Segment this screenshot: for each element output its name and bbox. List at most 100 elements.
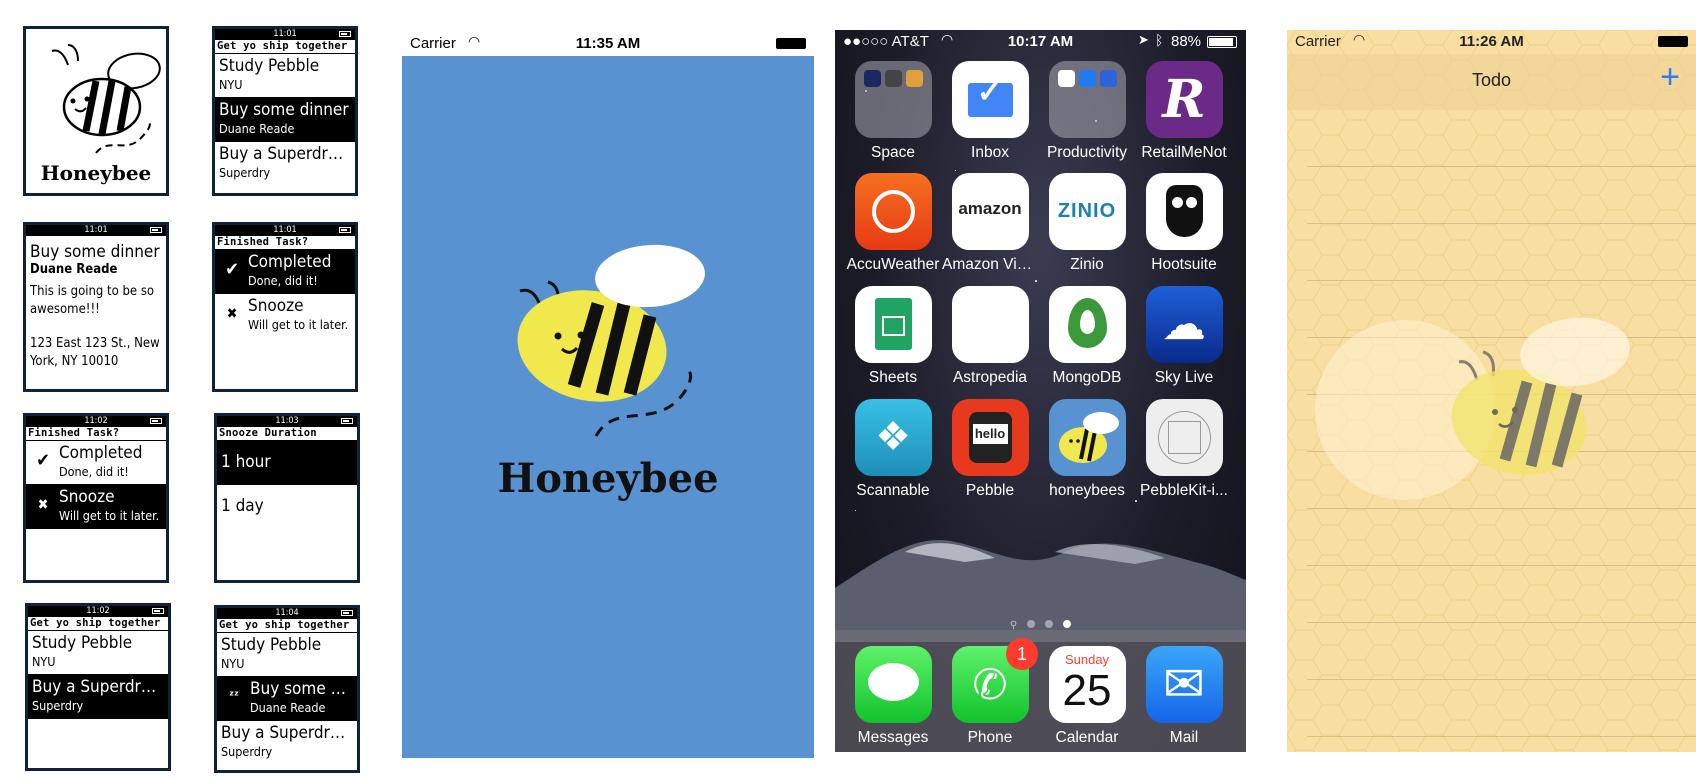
list-header: Get yo ship together [215,40,355,54]
pebble-status-bar: 11:03 [217,416,357,427]
menu-item-1-hour[interactable]: 1 hour [217,441,357,485]
list-item[interactable]: Buy a Superdry j... Superdry [217,721,357,765]
hootsuite-owl-icon [1145,173,1223,250]
menu-item-completed[interactable]: ✔ Completed Done, did it! [215,250,355,294]
app-amazon-video[interactable]: amazon Amazon Video [942,173,1038,281]
item-subtitle: Will get to it later. [59,508,160,523]
bee-sketch-icon [51,44,161,154]
folder-icon [854,61,932,138]
todo-screen: Carrier ◠ 11:26 AM Todo + [1287,30,1696,752]
dock: Messages ✆ 1 Phone Sunday 25 Calendar ✉ … [835,630,1246,752]
app-scannable[interactable]: ❖ Scannable [845,399,941,507]
list-item[interactable]: Buy a Superdry j... Superdry [215,142,355,186]
pebble-task-list-screen: 11:01 Get yo ship together Study Pebble N… [212,26,358,196]
app-sheets[interactable]: Sheets [845,286,941,394]
list-item-snoozed[interactable]: ᶻᶻ Buy some di... Duane Reade [217,677,357,721]
battery-icon [341,610,353,616]
list-item[interactable]: Study Pebble NYU [215,54,355,98]
app-label: Phone [967,729,1013,746]
app-accuweather[interactable]: AccuWeather [845,173,941,281]
scannable-icon: ❖ [854,399,932,476]
time: 11:02 [86,606,110,616]
retailmenot-icon: R [1145,61,1223,138]
app-messages[interactable]: Messages [845,646,941,752]
task-notes: This is going to be so awesome!!! [30,284,155,317]
app-honeybees[interactable]: honeybees [1039,399,1135,507]
app-label: Pebble [965,482,1015,499]
item-title: 1 hour [221,452,271,472]
menu-item-snooze[interactable]: ✖ Snooze Will get to it later. [26,485,166,529]
menu-item-snooze[interactable]: ✖ Snooze Will get to it later. [215,294,355,338]
pebble-icon: hello [951,399,1029,476]
menu-header: Snooze Duration [217,427,357,441]
item-title: Study Pebble [221,635,322,655]
app-mongodb[interactable]: MongoDB [1039,286,1135,394]
battery-percent: 88% [1171,33,1202,50]
ios-home-screen: ●●○○○ AT&T ◠ 10:17 AM ➤ ᛒ 88% Space ✓ In… [835,30,1246,752]
splash-title: Honeybee [497,455,719,502]
item-title: Snooze [248,296,304,316]
app-label: RetailMeNot [1141,144,1227,161]
app-retailmenot[interactable]: R RetailMeNot [1136,61,1232,169]
item-title: Study Pebble [219,56,320,76]
item-subtitle: Superdry [221,744,273,759]
messages-bubble-icon [854,646,932,723]
search-icon: ⚲ [1009,620,1018,631]
menu-header: Finished Task? [215,236,355,250]
app-space-folder[interactable]: Space [845,61,941,169]
app-pebblekit[interactable]: PebbleKit-i... [1136,399,1232,507]
task-detail[interactable]: Buy some dinner Duane Reade This is goin… [26,236,166,377]
check-icon: ✔ [36,450,50,471]
pebble-finished-task-screen: 11:02 Finished Task? ✔ Completed Done, did… [23,413,169,583]
pebble-status-bar: 11:04 [217,608,357,619]
menu-item-1-day[interactable]: 1 day [217,485,357,529]
app-label: MongoDB [1052,369,1122,386]
item-subtitle: Done, did it! [59,464,129,479]
app-pebble[interactable]: hello Pebble [942,399,1038,507]
icon-text: hello [972,424,1008,444]
item-subtitle: NYU [219,77,243,92]
item-subtitle: Duane Reade [250,700,326,715]
location-icon: ➤ [1138,32,1149,47]
app-mail[interactable]: ✉ Mail [1136,646,1232,752]
icon-text: ZINIO [1057,200,1117,222]
app-hootsuite[interactable]: Hootsuite [1136,173,1232,281]
app-astropedia[interactable]: Astropedia [942,286,1038,394]
menu-item-completed[interactable]: ✔ Completed Done, did it! [26,441,166,485]
pebble-task-list-screen: 11:04 Get yo ship together Study Pebble N… [214,605,360,773]
app-productivity-folder[interactable]: Productivity [1039,61,1135,169]
list-header: Get yo ship together [217,619,357,633]
bluetooth-icon: ᛒ [1155,32,1164,48]
pebble-status-bar: 11:01 [26,225,166,236]
app-inbox[interactable]: ✓ Inbox [942,61,1038,169]
item-subtitle: Superdry [32,698,84,713]
list-item[interactable]: Study Pebble NYU [217,633,357,677]
x-icon: ✖ [226,306,238,322]
list-item[interactable]: Buy a Superdry j... Superdry [28,675,168,719]
add-button[interactable]: + [1660,58,1680,97]
app-label: AccuWeather [846,256,940,273]
item-title: Snooze [59,487,115,507]
app-label: Inbox [971,144,1009,161]
app-sky-live[interactable]: ☁ Sky Live [1136,286,1232,394]
list-item[interactable]: Buy some dinner Duane Reade [215,98,355,142]
task-location: Duane Reade [30,262,118,277]
battery-icon [339,227,351,233]
item-subtitle: NYU [221,656,245,671]
item-title: Buy some di... [250,679,353,699]
app-title: Honeybee [40,161,152,185]
item-subtitle: Duane Reade [219,121,295,136]
app-zinio[interactable]: ZINIO Zinio [1039,173,1135,281]
sky-live-cloud-icon: ☁ [1145,286,1223,363]
app-label: Astropedia [952,369,1028,386]
list-item[interactable]: Study Pebble NYU [28,631,168,675]
list-header: Get yo ship together [28,617,168,631]
app-calendar[interactable]: Sunday 25 Calendar [1039,646,1135,752]
time: 11:01 [273,225,297,235]
app-phone[interactable]: ✆ 1 Phone [942,638,1038,752]
battery-icon [339,31,351,37]
item-subtitle: Superdry [219,165,271,180]
item-subtitle: Will get to it later. [248,317,349,332]
item-title: 1 day [221,496,264,516]
app-label: Hootsuite [1151,256,1217,273]
